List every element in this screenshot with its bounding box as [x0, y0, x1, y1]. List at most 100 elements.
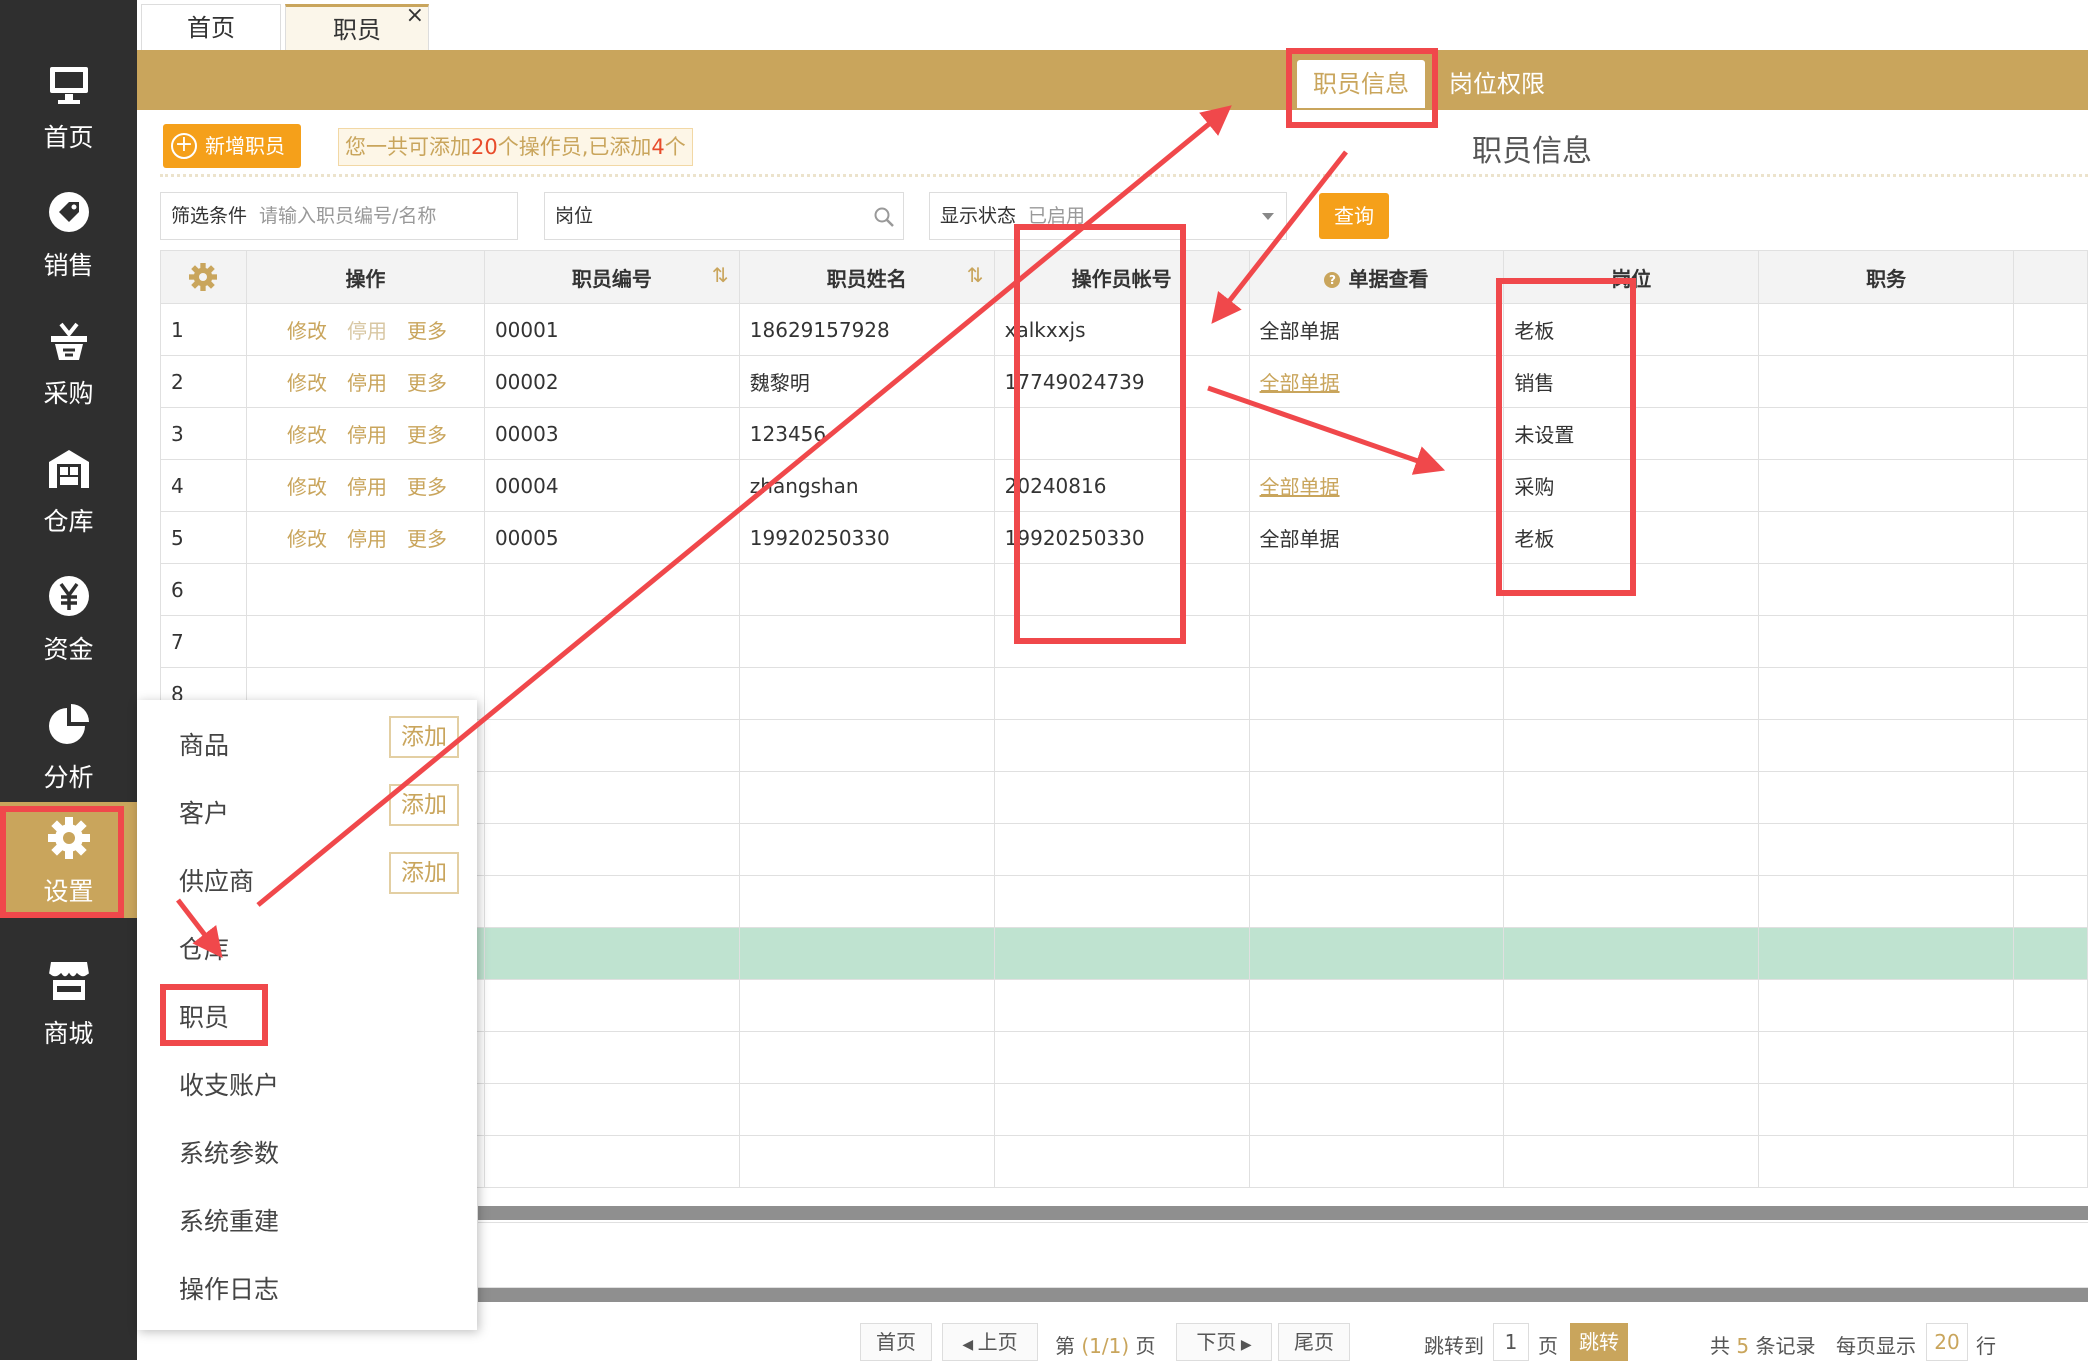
more-link[interactable]: 更多	[407, 371, 447, 395]
empty-cell	[738, 927, 995, 980]
settings-menu-item[interactable]: 系统重建	[179, 1202, 279, 1238]
nav-item-warehouse[interactable]: 仓库	[0, 426, 137, 554]
horizontal-scrollbar[interactable]	[478, 1288, 2088, 1302]
nav-label: 商城	[43, 1019, 94, 1048]
empty-cell	[1758, 1135, 2014, 1188]
annotation-box	[1014, 224, 1186, 644]
disable-link[interactable]: 停用	[347, 319, 387, 343]
add-staff-button[interactable]: + 新增职员	[163, 124, 301, 168]
tab-label: 职员	[333, 16, 381, 44]
empty-cell	[483, 979, 740, 1032]
row-actions: 修改 停用 更多	[245, 511, 485, 564]
more-link[interactable]: 更多	[407, 319, 447, 343]
settings-menu-item[interactable]: 商品	[179, 726, 229, 762]
filter-condition-field[interactable]: 筛选条件 请输入职员编号/名称	[160, 192, 518, 240]
empty-cell	[1758, 563, 2014, 616]
empty-cell	[993, 927, 1250, 980]
row-number: 3	[160, 407, 247, 460]
note-count: 4	[651, 135, 665, 159]
disable-link[interactable]: 停用	[347, 423, 387, 447]
settings-menu-item[interactable]: 仓库	[179, 930, 229, 966]
pager-prev[interactable]: ◀ 上页	[942, 1323, 1038, 1361]
nav-item-sales[interactable]: 销售	[0, 170, 137, 298]
empty-cell	[1758, 823, 2014, 876]
menu-add-button[interactable]: 添加	[389, 716, 459, 758]
more-link[interactable]: 更多	[407, 527, 447, 551]
doc-view-link[interactable]: 全部单据	[1260, 475, 1340, 499]
disable-link[interactable]: 停用	[347, 527, 387, 551]
tab-staff[interactable]: 职员 ×	[285, 3, 429, 53]
settings-menu-item[interactable]: 系统参数	[179, 1134, 279, 1170]
edit-link[interactable]: 修改	[287, 475, 327, 499]
edit-link[interactable]: 修改	[287, 319, 327, 343]
note-text: 个操作员,已添加	[497, 135, 652, 159]
edit-link[interactable]: 修改	[287, 423, 327, 447]
empty-cell	[2013, 771, 2088, 824]
per-page-input[interactable]: 20	[1926, 1323, 1968, 1361]
col-staff-name[interactable]: 职员姓名 ⇅	[738, 250, 995, 304]
disable-link[interactable]: 停用	[347, 371, 387, 395]
empty-cell	[1503, 667, 1760, 720]
per-page-unit: 行	[1976, 1334, 1996, 1358]
horizontal-scrollbar[interactable]	[478, 1206, 2088, 1220]
settings-menu-item[interactable]: 操作日志	[179, 1270, 279, 1306]
pager-last[interactable]: 尾页	[1278, 1323, 1350, 1361]
edit-link[interactable]: 修改	[287, 371, 327, 395]
empty-cell	[1248, 823, 1505, 876]
close-icon[interactable]: ×	[406, 0, 424, 39]
tab-home[interactable]: 首页	[141, 4, 281, 51]
settings-menu-item[interactable]: 客户	[179, 794, 229, 830]
tab-position-permissions[interactable]: 岗位权限	[1433, 60, 1561, 108]
empty-cell	[1503, 875, 1760, 928]
sort-icon[interactable]: ⇅	[712, 263, 729, 287]
row-number: 2	[160, 355, 247, 408]
doc-view-link[interactable]: 全部单据	[1260, 371, 1340, 395]
settings-menu-item[interactable]: 供应商	[179, 862, 254, 898]
row-number: 1	[160, 303, 247, 356]
disable-link[interactable]: 停用	[347, 475, 387, 499]
pager-next[interactable]: 下页 ▶	[1176, 1323, 1272, 1361]
empty-cell	[738, 719, 995, 772]
note-text: 个	[664, 135, 686, 159]
sort-icon[interactable]: ⇅	[967, 263, 984, 287]
nav-item-home[interactable]: 首页	[0, 42, 137, 170]
tag-icon	[48, 192, 89, 232]
column-settings[interactable]	[160, 250, 247, 304]
menu-add-button[interactable]: 添加	[389, 784, 459, 826]
edit-link[interactable]: 修改	[287, 527, 327, 551]
query-button[interactable]: 查询	[1319, 193, 1389, 239]
empty-cell	[483, 823, 740, 876]
position-placeholder: 岗位	[555, 205, 594, 227]
more-link[interactable]: 更多	[407, 475, 447, 499]
position-search-input[interactable]: 岗位	[544, 192, 904, 240]
empty-cell	[738, 1083, 995, 1136]
nav-item-purchase[interactable]: 采购	[0, 298, 137, 426]
page-title: 职员信息	[1472, 134, 1592, 169]
nav-item-funds[interactable]: 资金	[0, 554, 137, 682]
nav-label: 首页	[43, 123, 94, 152]
caret-right-icon: ▶	[1236, 1337, 1252, 1353]
add-staff-label: 新增职员	[205, 134, 285, 158]
settings-menu-item[interactable]: 收支账户	[179, 1066, 279, 1102]
nav-item-store[interactable]: 商城	[0, 938, 137, 1066]
nav-label: 采购	[43, 379, 94, 408]
nav-item-analysis[interactable]: 分析	[0, 682, 137, 810]
row-actions: 修改 停用 更多	[245, 407, 485, 460]
empty-cell	[1503, 1031, 1760, 1084]
empty-cell	[2013, 875, 2088, 928]
empty-cell	[1758, 667, 2014, 720]
empty-cell	[2013, 927, 2088, 980]
jump-input[interactable]: 1	[1493, 1323, 1529, 1361]
menu-add-button[interactable]: 添加	[389, 852, 459, 894]
cell-staff-code: 00005	[483, 511, 740, 564]
empty-cell	[483, 1083, 740, 1136]
help-icon[interactable]: ?	[1324, 272, 1341, 288]
col-staff-code[interactable]: 职员编号 ⇅	[483, 250, 740, 304]
empty-cell	[483, 1031, 740, 1084]
pager-page: (1/1)	[1081, 1334, 1130, 1358]
jump-button[interactable]: 跳转	[1570, 1323, 1628, 1361]
empty-cell	[738, 1031, 995, 1084]
more-link[interactable]: 更多	[407, 423, 447, 447]
cell-staff-code: 00001	[483, 303, 740, 356]
pager-first[interactable]: 首页	[860, 1323, 932, 1361]
